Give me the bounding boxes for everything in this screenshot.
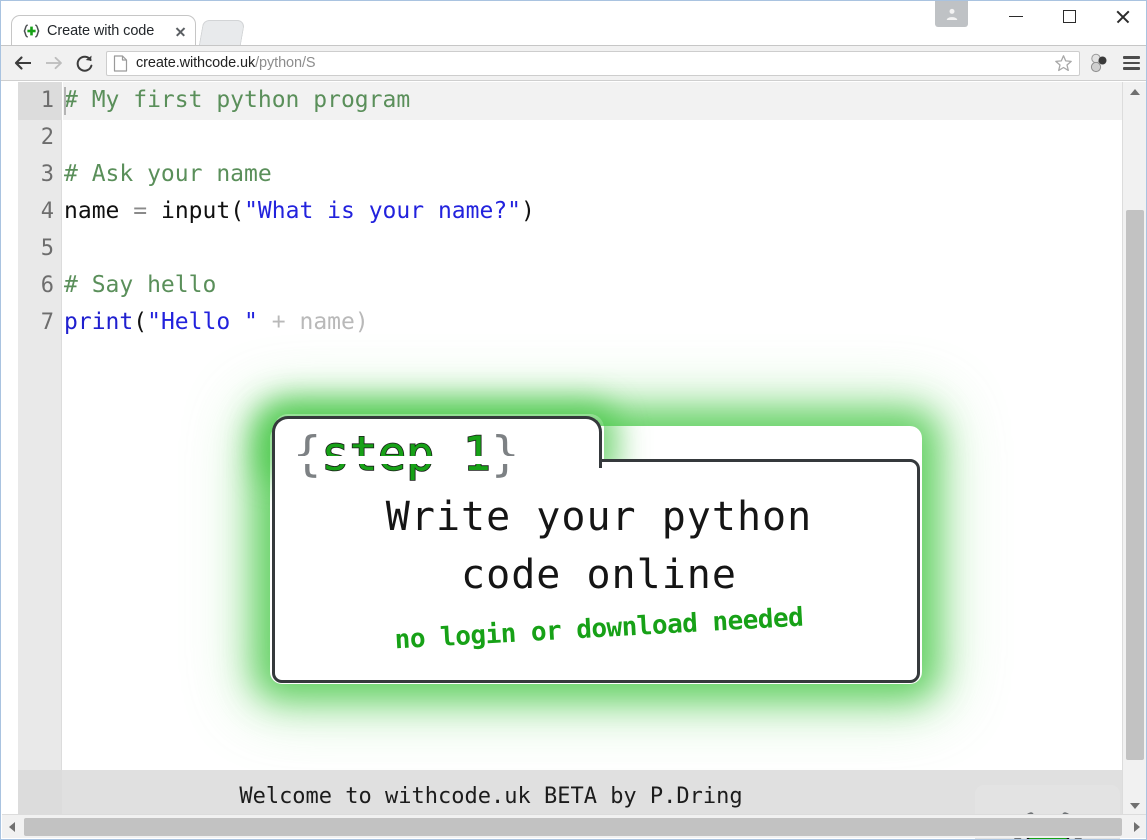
maximize-icon [1062, 10, 1076, 23]
window-close-button[interactable] [1099, 1, 1145, 32]
text-cursor [64, 87, 66, 115]
line-number: 3 [40, 162, 54, 187]
code-token: ) [521, 198, 535, 224]
code-line: # Ask your name [64, 156, 535, 193]
url-path: /python/S [255, 55, 316, 71]
callout-headline-line2: code online [461, 552, 737, 598]
code-token: name [64, 198, 120, 224]
horizontal-scrollbar[interactable] [2, 814, 1146, 839]
reload-button[interactable] [69, 48, 100, 78]
close-brace: } [491, 427, 520, 482]
new-tab-button[interactable] [198, 20, 246, 46]
page-document-icon [113, 54, 129, 72]
browser-tab-active[interactable]: Create with code [11, 15, 196, 46]
callout-step-label: {step 1} [293, 427, 520, 482]
vertical-scroll-thumb[interactable] [1126, 210, 1144, 760]
open-brace: { [293, 427, 322, 482]
code-token: "Hello " [147, 309, 258, 335]
code-line: name = input("What is your name?") [64, 193, 535, 230]
code-token: # Say hello [64, 272, 217, 298]
extension-icon [1090, 53, 1107, 73]
url-host: create.withcode.uk [136, 55, 256, 71]
browser-chrome-top: Create with code [1, 1, 1146, 46]
minimize-icon [1009, 15, 1023, 18]
line-number: 2 [40, 125, 54, 150]
step-text: step 1 [320, 427, 492, 482]
code-token: # My first python program [64, 87, 411, 113]
code-token: ( [230, 198, 245, 224]
line-number: 1 [40, 88, 54, 113]
user-profile-icon[interactable] [935, 1, 968, 27]
browser-window: Create with code create.withcode.uk/pyth… [0, 0, 1147, 840]
code-token: name [299, 309, 355, 335]
browser-toolbar: create.withcode.uk/python/S [1, 46, 1146, 81]
browser-tab-title: Create with code [47, 23, 155, 39]
scroll-up-arrow[interactable] [1123, 82, 1146, 102]
minimize-button[interactable] [993, 1, 1039, 32]
code-text-area[interactable]: # My first python program # Ask your nam… [64, 82, 535, 341]
callout-headline: Write your python code online [275, 488, 917, 604]
line-number: 7 [40, 310, 54, 335]
code-token: + [271, 309, 286, 335]
code-token: input [160, 198, 231, 224]
code-token: ( [133, 309, 148, 335]
line-number: 4 [40, 199, 54, 224]
window-controls [918, 1, 1146, 46]
withcode-logo-icon [23, 24, 40, 39]
code-token: "What is your name?" [244, 198, 522, 224]
tab-close-icon[interactable] [172, 23, 189, 40]
browser-menu-button[interactable] [1114, 48, 1146, 78]
extension-button[interactable] [1084, 48, 1114, 78]
scroll-down-arrow[interactable] [1123, 796, 1146, 816]
reload-icon [76, 55, 93, 72]
callout-headline-line1: Write your python [385, 494, 813, 540]
code-token: print [64, 309, 134, 335]
line-number: 6 [40, 273, 54, 298]
forward-arrow-icon [45, 56, 62, 70]
bookmark-star-icon[interactable] [1054, 54, 1074, 74]
callout-body: Write your python code online no login o… [272, 459, 920, 683]
scroll-left-arrow[interactable] [2, 815, 22, 839]
hamburger-menu-icon [1122, 53, 1140, 72]
status-bar-text: Welcome to withcode.uk BETA by P.Dring [239, 783, 743, 809]
code-line: # My first python program [64, 82, 535, 119]
line-number: 5 [40, 236, 54, 261]
address-bar-url: create.withcode.uk/python/S [136, 55, 316, 71]
line-number-column: 1 2 3 4 5 6 7 [18, 82, 62, 341]
forward-button[interactable] [38, 48, 69, 78]
code-line: print("Hello " + name) [64, 304, 535, 341]
address-bar[interactable]: create.withcode.uk/python/S [106, 50, 1080, 76]
page-content: 1 2 3 4 5 6 7 # My first python program # Ask … [2, 82, 1146, 839]
back-arrow-icon [14, 56, 31, 70]
vertical-scrollbar[interactable] [1122, 82, 1146, 816]
step-callout-overlay: Write your python code online no login o… [260, 404, 932, 694]
code-token: # Ask your name [64, 161, 272, 187]
callout-subline: no login or download needed [393, 602, 805, 656]
horizontal-scroll-thumb[interactable] [24, 818, 1122, 836]
code-token: = [133, 198, 148, 224]
callout-tab-seam [276, 456, 598, 464]
window-close-icon [1115, 9, 1130, 24]
scroll-right-arrow[interactable] [1127, 815, 1146, 839]
maximize-button[interactable] [1046, 1, 1092, 32]
back-button[interactable] [7, 48, 38, 78]
code-line: # Say hello [64, 267, 535, 304]
code-token: ) [354, 309, 369, 335]
